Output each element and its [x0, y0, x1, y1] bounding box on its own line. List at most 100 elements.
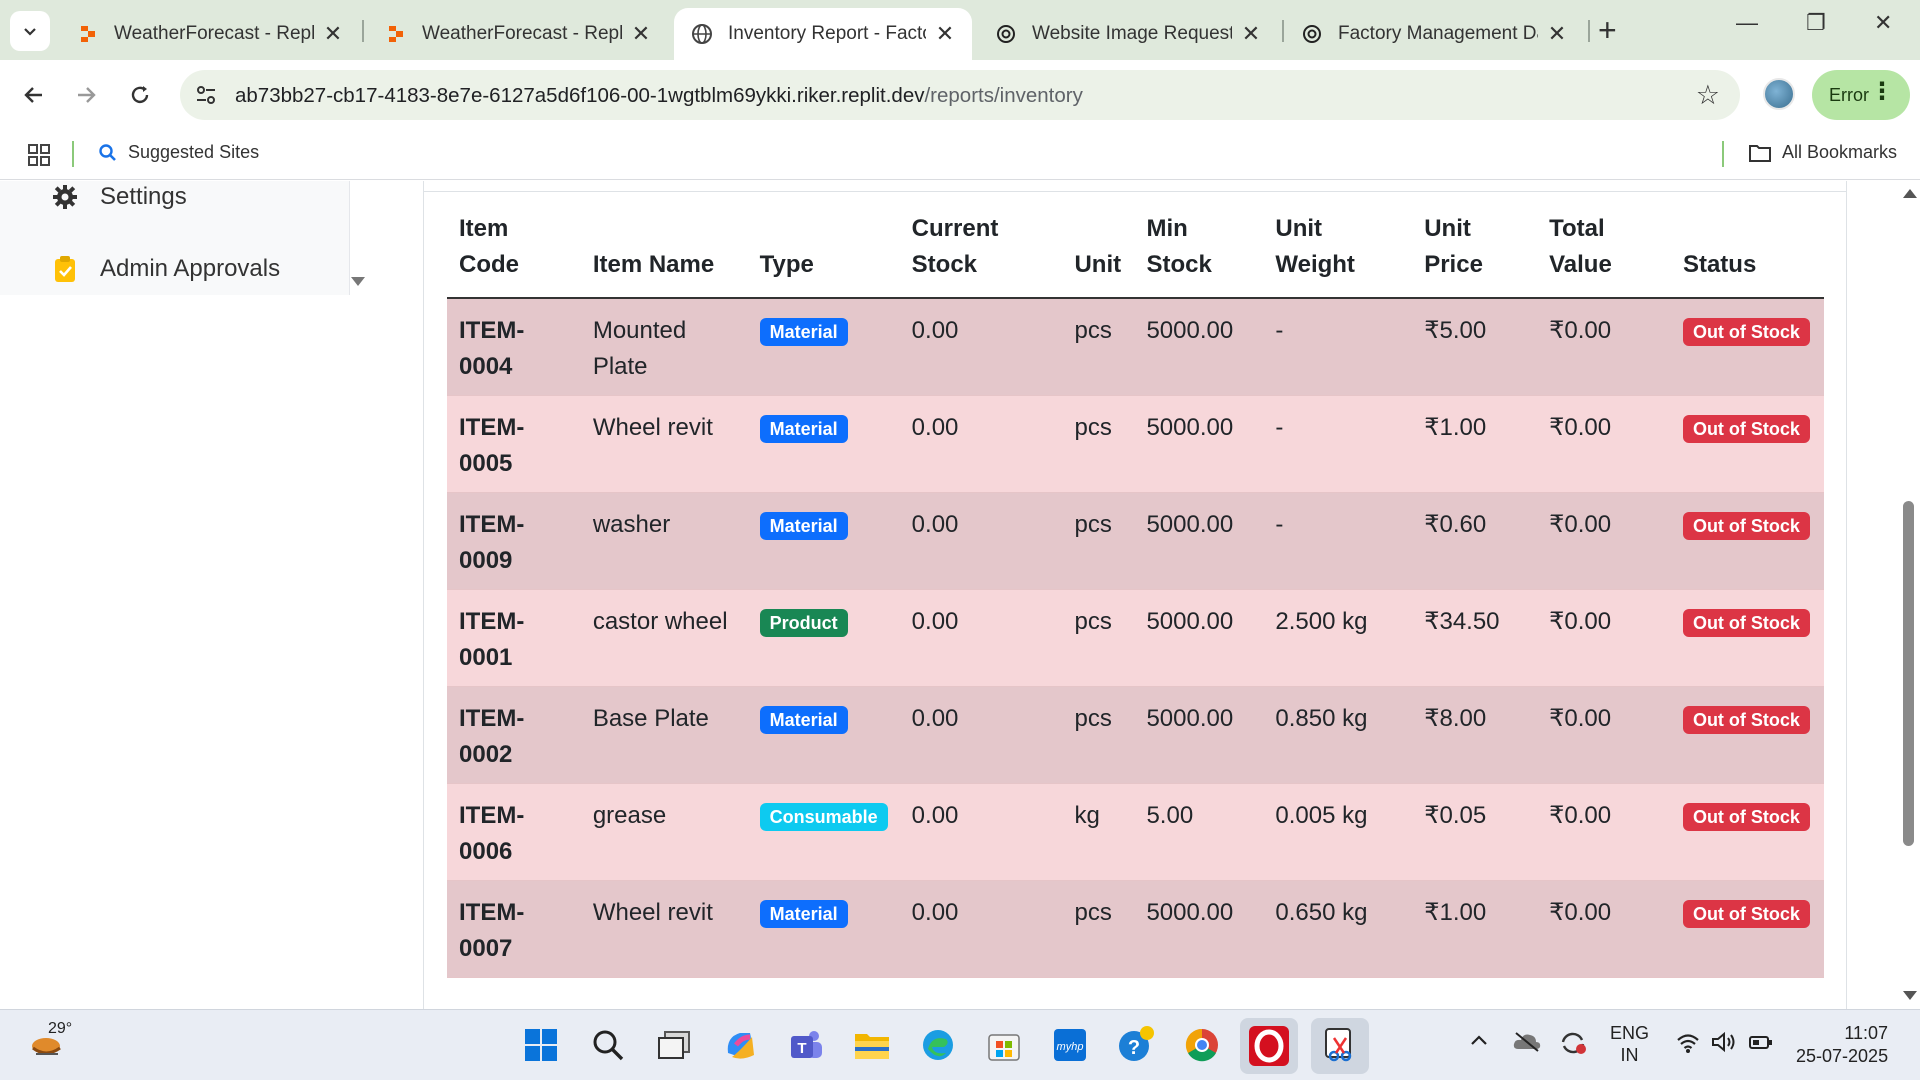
cell-unit: pcs	[1062, 589, 1135, 687]
all-bookmarks-button[interactable]: All Bookmarks	[1748, 142, 1897, 163]
bookmarks-bar: Suggested Sites All Bookmarks	[0, 130, 1920, 180]
language-code: ENG	[1610, 1023, 1650, 1043]
type-badge: Material	[759, 705, 848, 734]
cell-type: Material	[747, 880, 900, 978]
region-code: IN	[1620, 1045, 1639, 1065]
error-menu-button[interactable]: Error ⋮	[1812, 70, 1910, 120]
tab-title: WeatherForecast - Replit	[114, 23, 314, 44]
arrow-right-icon	[78, 87, 96, 103]
search-icon	[99, 143, 116, 161]
file-explorer-button[interactable]	[851, 1024, 893, 1066]
close-icon[interactable]: ✕	[1240, 21, 1262, 47]
suggested-sites-link[interactable]: Suggested Sites	[98, 142, 259, 163]
myhp-button[interactable]: myhp	[1049, 1024, 1091, 1066]
cell-current-stock: 0.00	[899, 783, 1063, 881]
page-scrollbar[interactable]	[1898, 181, 1920, 1009]
browser-tab-active[interactable]: Inventory Report - Factor ✕	[674, 8, 972, 60]
cell-total-value: ₹0.00	[1537, 783, 1671, 881]
sidebar-item-admin-approvals[interactable]: Admin Approvals	[48, 255, 280, 283]
sync-icon[interactable]	[1558, 1030, 1588, 1062]
close-icon[interactable]: ✕	[934, 21, 956, 47]
card-divider	[423, 191, 1847, 192]
edge-icon	[923, 1030, 953, 1060]
clock[interactable]: 11:07 25-07-2025	[1796, 1022, 1888, 1068]
scroll-up-icon[interactable]	[1903, 189, 1917, 198]
task-view-button[interactable]	[653, 1024, 695, 1066]
scrollbar-thumb[interactable]	[1903, 501, 1914, 846]
cell-unit-weight: 0.005 kg	[1263, 783, 1413, 881]
cell-item-name: washer	[580, 492, 748, 590]
close-window-icon[interactable]: ✕	[1874, 10, 1892, 36]
reload-button[interactable]	[122, 77, 158, 113]
microsoft-store-button[interactable]	[983, 1024, 1025, 1066]
status-badge: Out of Stock	[1682, 802, 1810, 831]
openai-icon	[994, 22, 1018, 46]
cell-status: Out of Stock	[1670, 589, 1824, 687]
restore-icon[interactable]: ❐	[1806, 10, 1826, 36]
folder-icon	[1749, 144, 1771, 162]
search-icon	[593, 1030, 624, 1061]
profile-avatar[interactable]	[1763, 78, 1795, 110]
browser-tab-4[interactable]: Website Image Request ✕	[978, 8, 1278, 60]
svg-text:T: T	[797, 1040, 806, 1057]
new-tab-button[interactable]: +	[1598, 14, 1617, 46]
get-help-button[interactable]: ?	[1115, 1024, 1157, 1066]
teams-button[interactable]: T	[785, 1024, 827, 1066]
opera-button[interactable]	[1240, 1018, 1298, 1074]
apps-grid-icon[interactable]	[26, 142, 52, 173]
browser-tab-2[interactable]: WeatherForecast - Replit ✕	[368, 8, 668, 60]
teams-icon: T	[791, 1031, 822, 1058]
status-badge: Out of Stock	[1682, 608, 1810, 637]
header-unit-price: Unit Price	[1412, 211, 1538, 299]
cell-type: Material	[747, 492, 900, 590]
cell-item-code: ITEM-0007	[447, 880, 581, 978]
myhp-icon: myhp	[1054, 1029, 1086, 1061]
scroll-down-icon[interactable]	[1903, 991, 1917, 1000]
site-settings-icon[interactable]	[194, 83, 218, 112]
forward-button[interactable]	[68, 77, 104, 113]
volume-icon[interactable]	[1710, 1030, 1738, 1060]
reload-icon	[131, 86, 149, 104]
cell-item-name: Base Plate	[580, 686, 748, 784]
type-badge: Material	[759, 318, 848, 346]
windows-icon	[525, 1029, 557, 1061]
show-hidden-icons-button[interactable]	[1468, 1030, 1490, 1058]
table-row: ITEM-0009 washer Material 0.00 pcs 5000.…	[447, 492, 1824, 590]
edge-button[interactable]	[917, 1024, 959, 1066]
back-button[interactable]	[16, 77, 52, 113]
clock-date: 25-07-2025	[1796, 1046, 1889, 1066]
tab-search-button[interactable]	[10, 11, 50, 51]
temperature-text: 29°	[48, 1020, 73, 1037]
cell-unit-weight: 2.500 kg	[1263, 589, 1413, 687]
battery-icon[interactable]	[1748, 1032, 1774, 1058]
address-bar[interactable]: ab73bb27-cb17-4183-8e7e-6127a5d6f106-00-…	[180, 70, 1740, 120]
browser-tab-1[interactable]: WeatherForecast - Replit ✕	[60, 8, 360, 60]
cell-total-value: ₹0.00	[1537, 298, 1671, 396]
close-icon[interactable]: ✕	[322, 21, 344, 47]
all-bookmarks-label: All Bookmarks	[1782, 142, 1898, 162]
copilot-icon	[727, 1033, 754, 1059]
cell-current-stock: 0.00	[899, 298, 1063, 396]
cell-type: Material	[747, 686, 900, 784]
cell-unit-price: ₹8.00	[1412, 686, 1538, 784]
taskbar-search-button[interactable]	[587, 1024, 629, 1066]
chrome-button[interactable]	[1181, 1024, 1223, 1066]
cell-unit-weight: 0.850 kg	[1263, 686, 1413, 784]
sidebar-scroll-down-icon[interactable]	[351, 277, 365, 286]
copilot-button[interactable]	[719, 1024, 761, 1066]
sidebar-item-settings[interactable]: Settings	[48, 183, 187, 211]
svg-text:myhp: myhp	[1057, 1041, 1084, 1053]
cell-current-stock: 0.00	[899, 492, 1063, 590]
onedrive-icon[interactable]	[1512, 1030, 1542, 1058]
close-icon[interactable]: ✕	[1546, 21, 1568, 47]
start-button[interactable]	[520, 1024, 562, 1066]
bookmark-star-icon[interactable]: ☆	[1696, 80, 1720, 111]
globe-icon	[690, 22, 714, 46]
snipping-tool-button[interactable]	[1311, 1018, 1369, 1074]
wifi-icon[interactable]	[1676, 1032, 1700, 1060]
language-indicator[interactable]: ENG IN	[1610, 1022, 1649, 1066]
browser-tab-5[interactable]: Factory Management Dat ✕	[1284, 8, 1584, 60]
close-icon[interactable]: ✕	[630, 21, 652, 47]
minimize-icon[interactable]: —	[1736, 10, 1758, 36]
header-total-value: Total Value	[1537, 211, 1671, 299]
